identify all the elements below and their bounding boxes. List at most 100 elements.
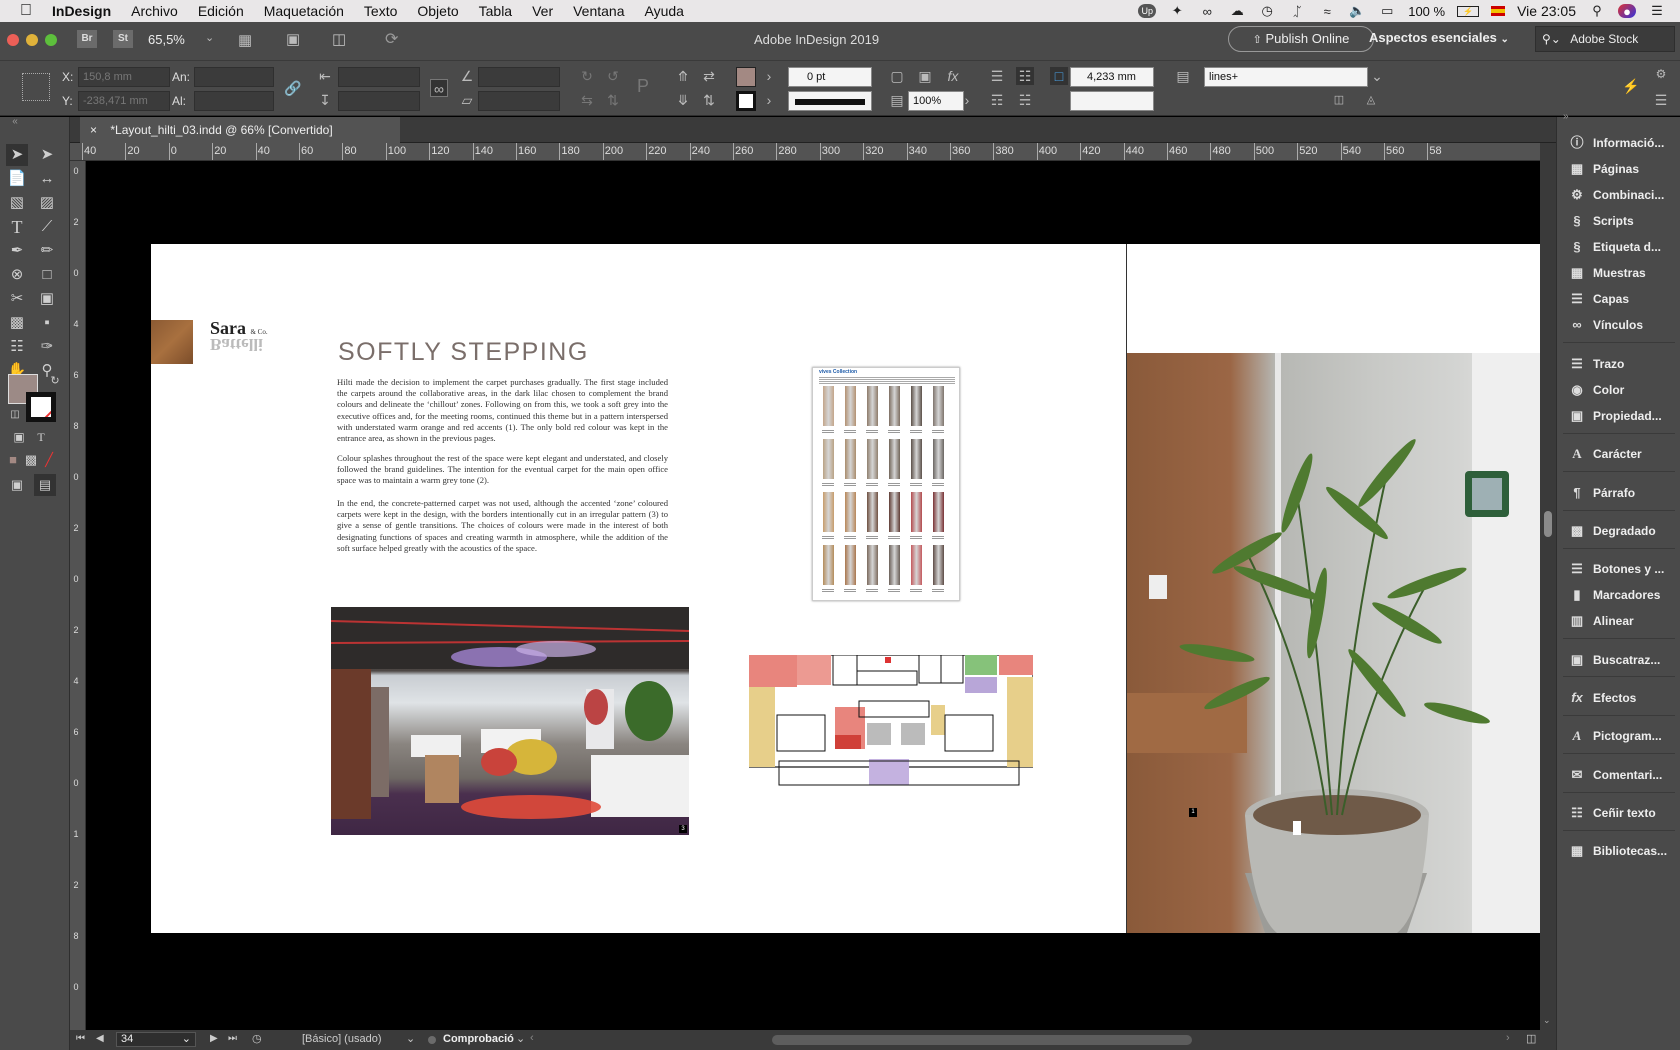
panel-parrafo[interactable]: ¶ Párrafo: [1569, 480, 1679, 506]
menu-maquetacion[interactable]: Maquetación: [264, 3, 344, 19]
panel-scripts[interactable]: § Scripts: [1569, 208, 1679, 234]
page-tool-icon[interactable]: 📄: [6, 168, 28, 190]
panel-efectos[interactable]: fx Efectos: [1569, 685, 1679, 711]
master-page-chevron-icon[interactable]: ⌄: [406, 1032, 415, 1045]
panel-buscatrazos[interactable]: ▣ Buscatraz...: [1569, 647, 1679, 673]
panel-etiqueta[interactable]: § Etiqueta d...: [1569, 234, 1679, 260]
scroll-right-icon[interactable]: ›: [1506, 1032, 1510, 1044]
flip-vertical-icon[interactable]: ⇅: [604, 91, 622, 109]
stock-button[interactable]: St: [113, 30, 133, 48]
preflight-status-dot[interactable]: [428, 1036, 436, 1044]
text-wrap-4-icon[interactable]: ☵: [1016, 91, 1034, 109]
free-transform-tool-icon[interactable]: ▣: [36, 288, 58, 310]
volume-icon[interactable]: 🔈: [1348, 3, 1366, 18]
panel-muestras[interactable]: ▦ Muestras: [1569, 260, 1679, 286]
adobe-stock-search[interactable]: ⚲⌄ Adobe Stock: [1535, 26, 1675, 52]
horizontal-ruler[interactable]: 40 20 0 20 40 60 80 100 120 140 160 180 200 220 240 260…: [70, 143, 1560, 161]
fill-chevron-icon[interactable]: ›: [760, 67, 778, 85]
panel-alinear[interactable]: ▥ Alinear: [1569, 608, 1679, 634]
workspace-switcher[interactable]: Aspectos esenciales ⌄: [1369, 30, 1509, 45]
stroke-weight-field[interactable]: 0 pt: [788, 67, 872, 87]
scale-x-icon[interactable]: ⇤: [316, 67, 334, 85]
master-page-label[interactable]: [Básico] (usado): [302, 1033, 381, 1045]
content-placer-icon[interactable]: ▨: [36, 192, 58, 214]
prev-page-icon[interactable]: ◀: [96, 1033, 104, 1044]
object-style-chevron-icon[interactable]: ⌄: [1368, 67, 1386, 85]
body-paragraph-3[interactable]: In the end, the concrete-patterned carpe…: [337, 498, 668, 554]
gradient-feather-tool-icon[interactable]: ▪: [36, 312, 58, 334]
minimize-window-button[interactable]: [26, 34, 38, 46]
open-page-icon[interactable]: ◷: [252, 1032, 262, 1045]
drop-shadow-icon[interactable]: ▣: [916, 67, 934, 85]
rotate-ccw-icon[interactable]: ↺: [604, 67, 622, 85]
content-collector-icon[interactable]: ▧: [6, 192, 28, 214]
panel-comentarios[interactable]: ✉ Comentari...: [1569, 762, 1679, 788]
formatting-container-icon[interactable]: ▣: [8, 426, 30, 448]
preview-mode-icon[interactable]: ▤: [34, 474, 56, 496]
bridge-button[interactable]: Br: [77, 30, 97, 48]
apply-none-icon[interactable]: ╱: [38, 449, 60, 471]
note-tool-icon[interactable]: ☷: [6, 336, 28, 358]
x-field[interactable]: 150,8 mm: [78, 67, 170, 87]
preflight-chevron-icon[interactable]: ⌄: [516, 1032, 525, 1045]
direct-selection-tool-icon[interactable]: ➤: [36, 144, 58, 166]
close-tab-icon[interactable]: ×: [90, 123, 97, 137]
creative-cloud-icon[interactable]: ∞: [1198, 4, 1216, 19]
scroll-down-icon[interactable]: ⌄: [1543, 1015, 1551, 1026]
select-content-icon[interactable]: ⤋: [674, 91, 692, 109]
type-tool-icon[interactable]: T: [6, 216, 28, 238]
text-wrap-2-icon[interactable]: ☷: [1016, 67, 1034, 85]
vertical-ruler[interactable]: 0 2 0 4 6 8 0 2 0 2 4 6 0 1 2 8 0: [70, 161, 86, 1030]
text-wrap-1-icon[interactable]: ☰: [988, 67, 1006, 85]
swap-fill-stroke-icon[interactable]: ↻: [44, 370, 66, 392]
panel-bibliotecas[interactable]: ▦ Bibliotecas...: [1569, 838, 1679, 864]
document-tab[interactable]: × *Layout_hilti_03.indd @ 66% [Convertid…: [80, 117, 400, 143]
opacity-chevron-icon[interactable]: ›: [958, 91, 976, 109]
next-page-icon[interactable]: ▶: [210, 1033, 218, 1044]
panel-botones[interactable]: ☰ Botones y ...: [1569, 556, 1679, 582]
panel-degradado[interactable]: ▩ Degradado: [1569, 518, 1679, 544]
selection-tool-icon[interactable]: ➤: [6, 144, 28, 166]
zoom-level[interactable]: 65,5%: [148, 32, 185, 47]
menu-ventana[interactable]: Ventana: [573, 3, 624, 19]
first-page-icon[interactable]: ⏮: [76, 1033, 85, 1044]
horizontal-scroll-thumb[interactable]: [772, 1035, 1192, 1045]
shear-icon[interactable]: ▱: [458, 91, 476, 109]
corner-shape-dropdown[interactable]: [1070, 91, 1154, 111]
text-wrap-3-icon[interactable]: ☶: [988, 91, 1006, 109]
line-tool-icon[interactable]: ⟋: [36, 216, 58, 238]
panel-propiedades[interactable]: ▣ Propiedad...: [1569, 403, 1679, 429]
zoom-window-button[interactable]: [45, 34, 57, 46]
y-field[interactable]: -238,471 mm: [78, 91, 170, 111]
scroll-left-icon[interactable]: ‹: [530, 1032, 534, 1044]
split-layout-icon[interactable]: ◫: [1526, 1032, 1536, 1045]
preflight-label[interactable]: Comprobació: [443, 1033, 514, 1045]
constrain-proportions-icon[interactable]: 🔗: [284, 79, 302, 97]
office-lounge-photo[interactable]: 3: [331, 607, 689, 835]
dropbox-icon[interactable]: ✦: [1168, 3, 1186, 18]
menu-clock[interactable]: Vie 23:05: [1517, 3, 1576, 19]
scale-y-icon[interactable]: ↧: [316, 91, 334, 109]
menu-ver[interactable]: Ver: [532, 3, 553, 19]
close-window-button[interactable]: [7, 34, 19, 46]
stroke-chevron-icon[interactable]: ›: [760, 91, 778, 109]
auto-fit-icon[interactable]: □: [1050, 67, 1068, 85]
redefine-style-icon[interactable]: ◬: [1362, 91, 1380, 109]
frame-fitting-icon[interactable]: ▢: [888, 67, 906, 85]
panel-capas[interactable]: ☰ Capas: [1569, 286, 1679, 312]
panel-cenir-texto[interactable]: ☷ Ceñir texto: [1569, 800, 1679, 826]
siri-icon[interactable]: ●: [1618, 4, 1636, 19]
wifi-icon[interactable]: ≈: [1318, 4, 1336, 19]
panel-trazo[interactable]: ☰ Trazo: [1569, 351, 1679, 377]
scissors-tool-icon[interactable]: ✂: [6, 288, 28, 310]
view-options-icon[interactable]: ▦: [238, 31, 252, 49]
select-previous-icon[interactable]: ⇄: [700, 67, 718, 85]
panel-caracter[interactable]: A Carácter: [1569, 441, 1679, 467]
body-paragraph-2[interactable]: Colour splashes throughout the rest of t…: [337, 453, 668, 487]
height-field[interactable]: [194, 91, 274, 111]
panel-vinculos[interactable]: ∞ Vínculos: [1569, 312, 1679, 338]
shear-field[interactable]: [478, 91, 560, 111]
cloud-upload-icon[interactable]: ☁: [1228, 3, 1246, 18]
notification-center-icon[interactable]: ☰: [1648, 3, 1666, 18]
panel-informacion[interactable]: ⓘ Informació...: [1569, 130, 1679, 156]
